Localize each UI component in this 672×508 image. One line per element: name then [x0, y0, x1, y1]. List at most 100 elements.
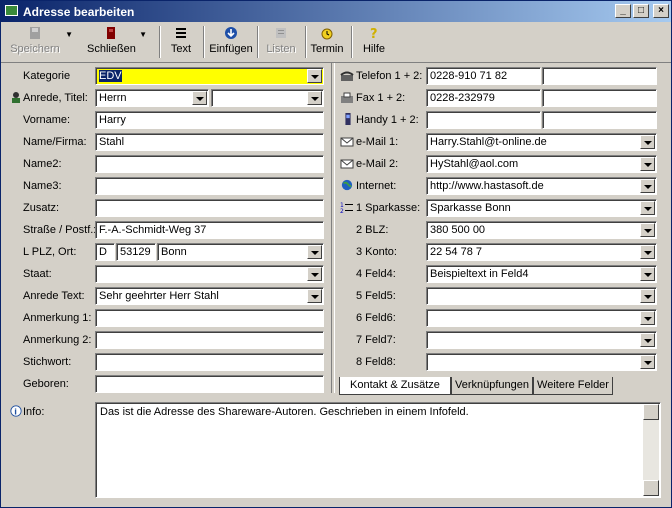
- birthdate-input[interactable]: [95, 375, 324, 393]
- field7-combo[interactable]: [426, 331, 657, 349]
- field5-combo[interactable]: [426, 287, 657, 305]
- lists-button[interactable]: Listen: [263, 24, 299, 60]
- toolbar: Speichern ▼ Schließen ▼ Text Einfügen Li…: [1, 22, 671, 63]
- info-text: Das ist die Adresse des Shareware-Autore…: [100, 406, 469, 418]
- chevron-down-icon[interactable]: [640, 289, 655, 303]
- chevron-down-icon[interactable]: [640, 333, 655, 347]
- email1-combo[interactable]: Harry.Stahl@t-online.de: [426, 133, 657, 151]
- country-code-input[interactable]: D: [95, 243, 115, 261]
- chevron-down-icon[interactable]: [640, 179, 655, 193]
- chevron-down-icon[interactable]: [307, 91, 322, 105]
- text-button[interactable]: Text: [165, 24, 197, 60]
- zip-input[interactable]: 53129: [116, 243, 156, 261]
- field6-combo[interactable]: [426, 309, 657, 327]
- appointment-button[interactable]: Termin: [309, 24, 345, 60]
- toolbar-separator: [159, 26, 161, 58]
- internet-label: Internet:: [356, 180, 397, 192]
- field4-combo[interactable]: Beispieltext in Feld4: [426, 265, 657, 283]
- keyword-input[interactable]: [95, 353, 324, 371]
- note2-input[interactable]: [95, 331, 324, 349]
- street-input[interactable]: F.-A.-Schmidt-Weg 37: [95, 221, 324, 239]
- scroll-up-button[interactable]: [643, 404, 659, 420]
- account-label: 3 Konto:: [356, 246, 397, 258]
- name-company-input[interactable]: Stahl: [95, 133, 324, 151]
- mobile-phone-icon: [345, 113, 351, 125]
- name2-label: Name2:: [23, 158, 62, 170]
- chevron-down-icon[interactable]: [307, 245, 322, 259]
- toolbar-separator: [351, 26, 353, 58]
- chevron-down-icon[interactable]: [640, 355, 655, 369]
- supplement-input[interactable]: [95, 199, 324, 217]
- save-dropdown-icon[interactable]: ▼: [65, 30, 73, 39]
- chevron-down-icon[interactable]: [307, 69, 322, 83]
- text-lines-icon: [176, 28, 186, 38]
- panel-divider: [331, 63, 335, 393]
- first-name-label: Vorname:: [23, 114, 71, 126]
- chevron-down-icon[interactable]: [640, 201, 655, 215]
- account-combo[interactable]: 22 54 78 7: [426, 243, 657, 261]
- info-scrollbar[interactable]: [643, 404, 659, 496]
- field5-label: 5 Feld5:: [356, 290, 396, 302]
- tab-links[interactable]: Verknüpfungen: [451, 377, 533, 395]
- phone1-input[interactable]: 0228-910 71 82: [426, 67, 541, 85]
- scroll-down-button[interactable]: [643, 480, 659, 496]
- close-record-button[interactable]: Schließen ▼: [87, 24, 147, 60]
- birthdate-label: Geboren:: [23, 378, 69, 390]
- fax-label: Fax 1 + 2:: [356, 92, 406, 104]
- email2-combo[interactable]: HyStahl@aol.com: [426, 155, 657, 173]
- chevron-down-icon[interactable]: [640, 135, 655, 149]
- fax2-input[interactable]: [542, 89, 657, 107]
- svg-text:i: i: [14, 407, 17, 416]
- close-dropdown-icon[interactable]: ▼: [139, 30, 147, 39]
- phone-label: Telefon 1 + 2:: [356, 70, 423, 82]
- field7-label: 7 Feld7:: [356, 334, 396, 346]
- close-button[interactable]: ×: [653, 4, 669, 18]
- chevron-down-icon[interactable]: [640, 245, 655, 259]
- alarm-clock-icon: [321, 28, 333, 40]
- field8-combo[interactable]: [426, 353, 657, 371]
- category-combo[interactable]: EDV: [95, 67, 324, 85]
- chevron-down-icon[interactable]: [640, 267, 655, 281]
- name2-input[interactable]: [95, 155, 324, 173]
- tab-contact-extras[interactable]: Kontakt & Zusätze: [339, 377, 451, 395]
- bank-code-combo[interactable]: 380 500 00: [426, 221, 657, 239]
- insert-button[interactable]: Einfügen: [209, 24, 253, 60]
- bank-combo[interactable]: Sparkasse Bonn: [426, 199, 657, 217]
- first-name-input[interactable]: Harry: [95, 111, 324, 129]
- title-bar[interactable]: Adresse bearbeiten _ □ ×: [1, 1, 671, 22]
- state-label: Staat:: [23, 268, 52, 280]
- toolbar-separator: [257, 26, 259, 58]
- note1-input[interactable]: [95, 309, 324, 327]
- name3-label: Name3:: [23, 180, 62, 192]
- title-combo[interactable]: [211, 89, 324, 107]
- field6-label: 6 Feld6:: [356, 312, 396, 324]
- save-button[interactable]: Speichern ▼: [9, 24, 73, 60]
- street-label: Straße / Postf.:: [23, 224, 97, 236]
- email2-label: e-Mail 2:: [356, 158, 399, 170]
- salutation-combo[interactable]: Herrn: [95, 89, 209, 107]
- chevron-down-icon[interactable]: [640, 223, 655, 237]
- phone2-input[interactable]: [542, 67, 657, 85]
- toolbar-separator: [305, 26, 307, 58]
- name3-input[interactable]: [95, 177, 324, 195]
- salutation-text-combo[interactable]: Sehr geehrter Herr Stahl: [95, 287, 324, 305]
- maximize-button[interactable]: □: [633, 4, 649, 18]
- chevron-down-icon[interactable]: [640, 157, 655, 171]
- city-combo[interactable]: Bonn: [157, 243, 324, 261]
- window-title: Adresse bearbeiten: [23, 5, 135, 19]
- state-combo[interactable]: [95, 265, 324, 283]
- chevron-down-icon[interactable]: [640, 311, 655, 325]
- minimize-button[interactable]: _: [615, 4, 631, 18]
- chevron-down-icon[interactable]: [307, 289, 322, 303]
- chevron-down-icon[interactable]: [307, 267, 322, 281]
- internet-combo[interactable]: http://www.hastasoft.de: [426, 177, 657, 195]
- info-textarea[interactable]: Das ist die Adresse des Shareware-Autore…: [95, 402, 661, 498]
- note1-label: Anmerkung 1:: [23, 312, 92, 324]
- svg-text:?: ?: [370, 27, 378, 40]
- tab-more-fields[interactable]: Weitere Felder: [533, 377, 613, 395]
- help-button[interactable]: ? Hilfe: [359, 24, 389, 60]
- mobile1-input[interactable]: [426, 111, 541, 129]
- chevron-down-icon[interactable]: [192, 91, 207, 105]
- mobile2-input[interactable]: [542, 111, 657, 129]
- fax1-input[interactable]: 0228-232979: [426, 89, 541, 107]
